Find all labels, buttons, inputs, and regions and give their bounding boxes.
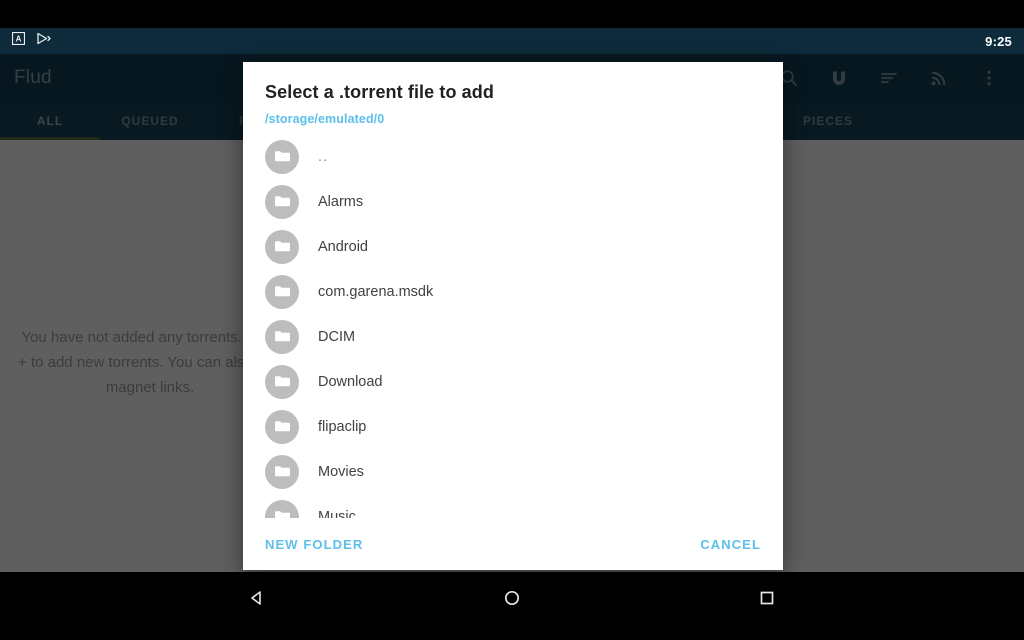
- status-bar-clock: 9:25: [985, 33, 1012, 49]
- file-list-item-label: Download: [318, 373, 383, 390]
- folder-icon: [265, 454, 299, 489]
- file-list-item[interactable]: DCIM: [243, 314, 783, 359]
- file-list-item-label: flipaclip: [318, 418, 367, 435]
- file-list-item[interactable]: Alarms: [243, 179, 783, 224]
- file-list-item-label: Movies: [318, 463, 364, 480]
- folder-icon: [265, 184, 299, 219]
- file-list-item[interactable]: Movies: [243, 449, 783, 494]
- file-list-item-label: Alarms: [318, 193, 364, 210]
- file-list-item-label: Music: [318, 508, 356, 519]
- nav-recents-icon[interactable]: [747, 584, 787, 612]
- file-list-item-label: DCIM: [318, 328, 356, 345]
- file-list-item-label: ..: [318, 148, 329, 165]
- svg-text:A: A: [16, 35, 22, 44]
- file-list-item[interactable]: Android: [243, 224, 783, 269]
- folder-icon: [265, 364, 299, 399]
- letterbox-top: [0, 0, 1024, 28]
- folder-icon: [265, 499, 299, 518]
- folder-icon: [265, 319, 299, 354]
- nav-home-icon[interactable]: [492, 584, 532, 612]
- file-list-item-label: Android: [318, 238, 368, 255]
- file-list-item[interactable]: ..: [243, 134, 783, 179]
- cast-play-icon: [36, 32, 51, 50]
- file-list[interactable]: .. Alarms Android com.garena.msdk DCIM Downlo…: [243, 126, 783, 518]
- folder-icon: [265, 229, 299, 264]
- folder-icon: [265, 409, 299, 444]
- status-bar-icons: A: [11, 31, 51, 50]
- subtitles-icon: A: [11, 31, 26, 50]
- status-bar: A 9:25: [0, 28, 1024, 54]
- file-list-item[interactable]: Music: [243, 494, 783, 518]
- dialog-current-path: /storage/emulated/0: [265, 112, 385, 126]
- dialog-title: Select a .torrent file to add: [265, 82, 494, 102]
- folder-icon: [265, 274, 299, 309]
- file-list-item[interactable]: flipaclip: [243, 404, 783, 449]
- file-list-item[interactable]: Download: [243, 359, 783, 404]
- nav-back-icon[interactable]: [237, 584, 277, 612]
- folder-icon: [265, 139, 299, 174]
- new-folder-button[interactable]: NEW FOLDER: [263, 531, 365, 558]
- file-picker-dialog: Select a .torrent file to add /storage/e…: [243, 62, 783, 570]
- file-list-item-label: com.garena.msdk: [318, 283, 434, 300]
- cancel-button[interactable]: CANCEL: [698, 531, 763, 558]
- dialog-actions: NEW FOLDER CANCEL: [243, 518, 783, 570]
- android-nav-bar: [0, 572, 1024, 640]
- android-screen: A 9:25 Flud: [0, 0, 1024, 640]
- file-list-item[interactable]: com.garena.msdk: [243, 269, 783, 314]
